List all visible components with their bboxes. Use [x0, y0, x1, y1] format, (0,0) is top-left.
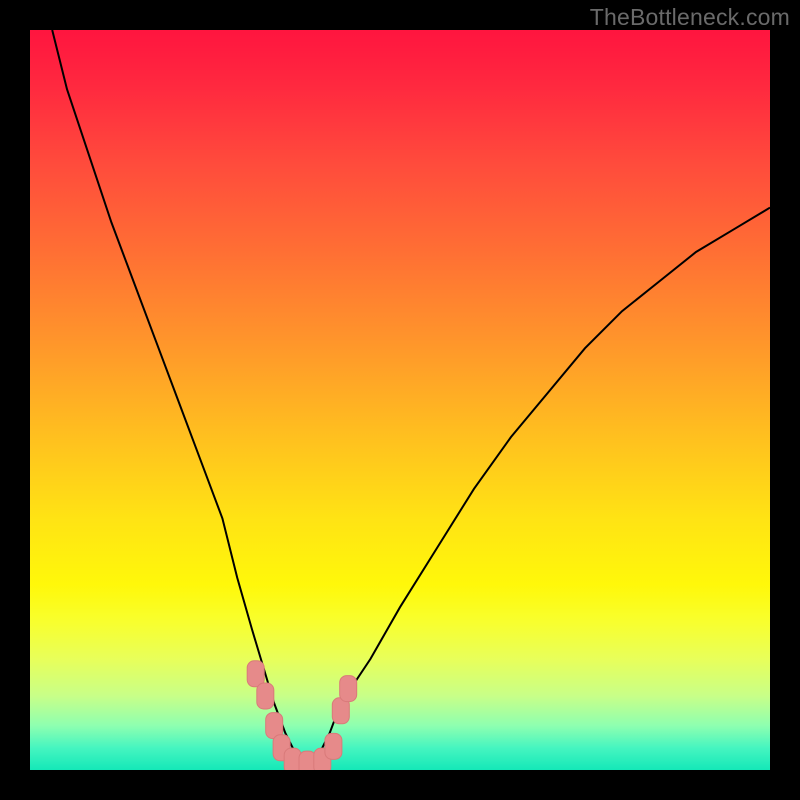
watermark-text: TheBottleneck.com [590, 4, 790, 31]
marker [325, 733, 342, 759]
marker-cluster [247, 661, 357, 770]
marker [257, 683, 274, 709]
marker [340, 676, 357, 702]
plot-area [30, 30, 770, 770]
bottleneck-curve [52, 30, 770, 763]
curve-layer [30, 30, 770, 770]
chart-frame: TheBottleneck.com [0, 0, 800, 800]
